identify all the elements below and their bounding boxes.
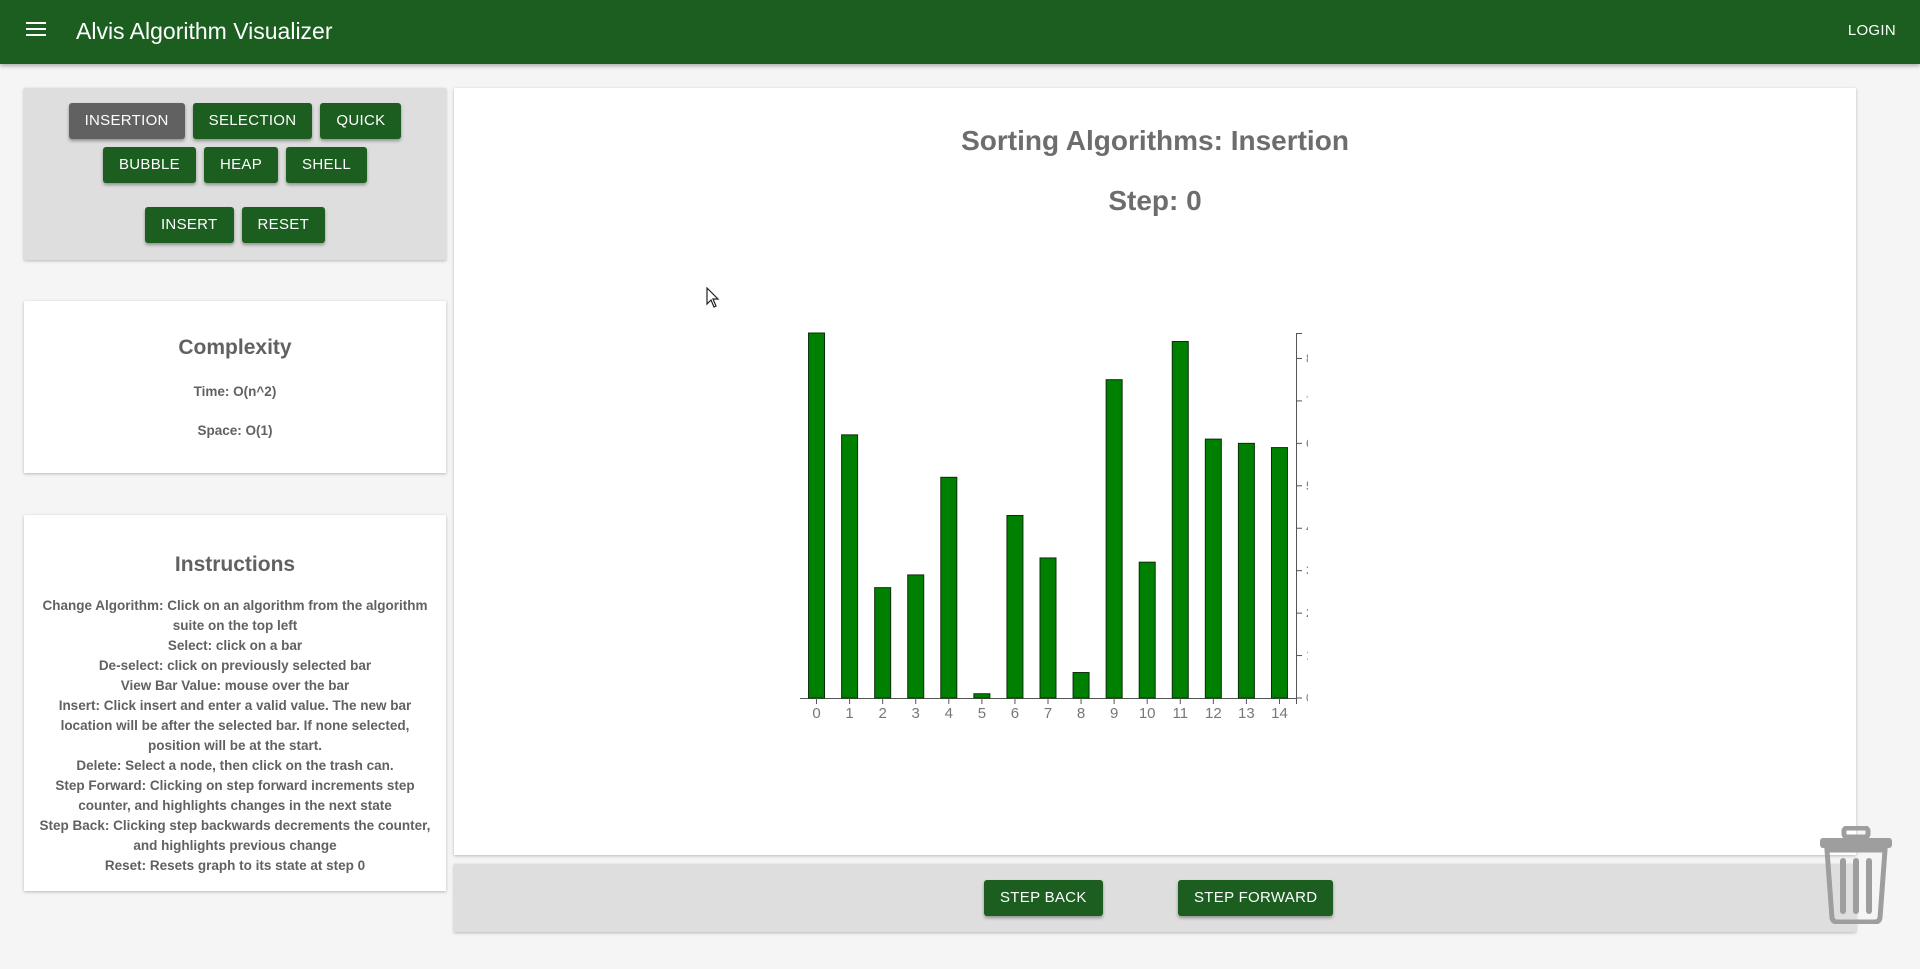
instruction-line: Step Back: Clicking step backwards decre…	[39, 818, 431, 853]
instructions-title: Instructions	[174, 553, 296, 576]
step-controls: STEP BACK STEP FORWARD	[454, 864, 1856, 932]
y-tick-label: 80	[1306, 351, 1308, 365]
page-title: Sorting Algorithms: Insertion	[961, 125, 1349, 156]
insert-button[interactable]: INSERT	[144, 207, 234, 243]
instructions-card: Instructions Change Algorithm: Click on …	[24, 515, 446, 891]
x-tick-label: 5	[978, 705, 986, 722]
bar	[973, 693, 991, 699]
y-tick-label: 60	[1306, 436, 1308, 450]
x-tick-label: 2	[878, 705, 886, 722]
x-tick-label: 13	[1238, 705, 1255, 722]
visualizer-card: Sorting Algorithms: Insertion Step: 0 0 1…	[454, 88, 1856, 855]
y-tick-label: 10	[1306, 649, 1308, 663]
y-tick-label: 40	[1306, 521, 1308, 535]
step-forward-button[interactable]: STEP FORWARD	[1178, 880, 1334, 916]
login-button[interactable]: LOGIN	[1848, 22, 1896, 39]
y-tick-label: 50	[1306, 479, 1308, 493]
instruction-line: Step Forward: Clicking on step forward i…	[55, 778, 415, 813]
bubble-button[interactable]: BUBBLE	[102, 147, 196, 183]
instruction-line: Reset: Resets graph to its state at step…	[104, 858, 366, 873]
x-tick-label: 8	[1077, 705, 1085, 722]
instruction-line: Insert: Click insert and enter a valid v…	[58, 698, 412, 753]
bar	[1072, 672, 1090, 699]
bar	[1204, 438, 1222, 699]
bar	[1237, 442, 1255, 699]
bar	[841, 434, 859, 699]
bar	[1105, 379, 1123, 699]
y-tick-label: 30	[1306, 564, 1308, 578]
x-tick-label: 11	[1172, 705, 1188, 722]
bar	[1039, 557, 1057, 699]
bar	[808, 332, 826, 699]
x-tick-label: 4	[945, 705, 953, 722]
bar	[1171, 340, 1189, 699]
complexity-card: Complexity Time: O(n^2) Space: O(1)	[24, 301, 446, 473]
shell-button[interactable]: SHELL	[286, 147, 368, 183]
x-tick-label: 3	[912, 705, 920, 722]
instruction-line: Delete: Select a node, then click on the…	[76, 758, 394, 773]
x-tick-label: 0	[812, 705, 820, 722]
bar	[940, 476, 958, 699]
x-tick-label: 6	[1011, 705, 1019, 722]
heap-button[interactable]: HEAP	[203, 147, 279, 183]
x-tick-label: 14	[1271, 705, 1288, 722]
y-tick-label: 20	[1306, 606, 1308, 620]
insertion-button[interactable]: INSERTION	[68, 103, 185, 139]
bar	[1138, 561, 1156, 699]
bar	[874, 587, 892, 699]
step-back-button[interactable]: STEP BACK	[984, 880, 1103, 916]
mouse-cursor-icon	[706, 287, 720, 308]
quick-button[interactable]: QUICK	[320, 103, 402, 139]
instruction-line: Select: click on a bar	[167, 638, 303, 653]
x-tick-label: 1	[845, 705, 853, 722]
time-complexity: Time: O(n^2)	[193, 384, 277, 399]
bar	[1006, 515, 1024, 699]
reset-button[interactable]: RESET	[241, 207, 326, 243]
algorithm-panel: INSERTION SELECTION QUICK BUBBLE HEAP SH…	[24, 88, 446, 260]
bar	[907, 574, 925, 699]
x-tick-label: 12	[1205, 705, 1222, 722]
bar	[1270, 447, 1288, 699]
step-counter: Step: 0	[1108, 185, 1202, 216]
instruction-line: View Bar Value: mouse over the bar	[120, 678, 350, 693]
complexity-title: Complexity	[178, 336, 292, 359]
x-tick-label: 10	[1139, 705, 1156, 722]
selection-button[interactable]: SELECTION	[192, 103, 313, 139]
bar-chart: 0102030405060708001234567891011121314	[800, 332, 1308, 722]
trash-icon[interactable]	[1818, 826, 1894, 924]
space-complexity: Space: O(1)	[197, 423, 273, 438]
y-tick-label: 70	[1306, 394, 1308, 408]
instruction-line: Change Algorithm: Click on an algorithm …	[42, 598, 428, 633]
app-title: Alvis Algorithm Visualizer	[76, 18, 333, 44]
y-tick-label: 0	[1306, 691, 1308, 705]
menu-icon[interactable]	[26, 22, 46, 38]
instruction-line: De-select: click on previously selected …	[98, 658, 372, 673]
instructions-list: Change Algorithm: Click on an algorithm …	[38, 596, 432, 876]
x-tick-label: 7	[1044, 705, 1052, 722]
x-tick-label: 9	[1110, 705, 1118, 722]
app-bar: Alvis Algorithm Visualizer LOGIN	[0, 0, 1920, 64]
